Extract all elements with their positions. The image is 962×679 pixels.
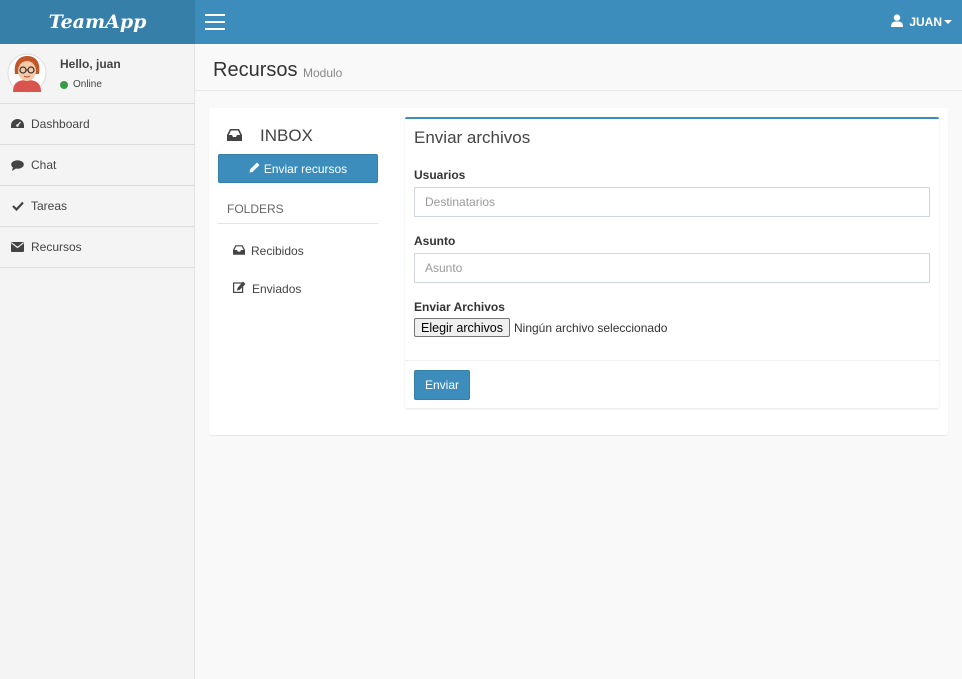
sidebar-item-recursos[interactable]: Recursos (0, 227, 194, 268)
edit-icon (233, 281, 246, 296)
status-text: Online (73, 79, 102, 90)
avatar (7, 52, 47, 94)
content-header: Recursos Modulo (195, 44, 962, 91)
page-subtitle: Modulo (303, 66, 343, 80)
brand-logo[interactable]: TeamApp (0, 0, 195, 44)
sidebar-item-label: Tareas (31, 199, 68, 213)
envelope-icon (11, 241, 24, 254)
inbox-icon (233, 244, 245, 258)
recipients-input[interactable] (414, 187, 930, 217)
sidebar-toggle-icon[interactable] (205, 14, 225, 30)
inbox-title: INBOX (227, 126, 313, 146)
files-label: Enviar Archivos (414, 300, 505, 314)
subject-input[interactable] (414, 253, 930, 283)
sidebar-item-label: Recursos (31, 240, 82, 254)
compose-button-label: Enviar recursos (263, 161, 348, 176)
page-title: Recursos (213, 59, 298, 81)
sidebar-item-chat[interactable]: Chat (0, 145, 194, 186)
user-name: JUAN (909, 15, 942, 29)
sidebar: Hello, juan Online Dashboard Chat Tareas… (0, 44, 195, 679)
user-icon (891, 14, 904, 30)
check-icon (11, 200, 24, 213)
choose-files-button[interactable]: Elegir archivos (414, 318, 510, 337)
sidebar-item-label: Chat (31, 158, 57, 172)
form-title: Enviar archivos (414, 128, 531, 147)
status-badge: Online (60, 79, 102, 90)
user-panel: Hello, juan Online (0, 44, 194, 104)
folder-label: Recibidos (251, 244, 304, 258)
inbox-icon (227, 126, 242, 146)
file-picker: Elegir archivos Ningún archivo seleccion… (414, 318, 667, 337)
mailbox-container: INBOX Enviar recursos FOLDERS Recibidos … (209, 108, 948, 435)
file-status: Ningún archivo seleccionado (513, 320, 668, 335)
form-footer: Enviar (405, 360, 939, 408)
folders-heading: FOLDERS (218, 202, 378, 224)
dashboard-icon (11, 118, 24, 131)
chevron-down-icon (944, 20, 952, 24)
pencil-icon (249, 162, 260, 176)
top-navbar: TeamApp JUAN (0, 0, 962, 44)
sidebar-item-label: Dashboard (31, 117, 90, 131)
user-greeting: Hello, juan (60, 57, 121, 71)
send-files-form: Enviar archivos Usuarios Asunto Enviar A… (405, 117, 939, 408)
sidebar-item-tareas[interactable]: Tareas (0, 186, 194, 227)
folder-label: Enviados (252, 281, 302, 296)
online-dot-icon (60, 80, 68, 89)
inbox-title-text: INBOX (260, 126, 313, 145)
chat-icon (11, 159, 24, 172)
subject-label: Asunto (414, 234, 456, 248)
sidebar-item-dashboard[interactable]: Dashboard (0, 104, 194, 145)
folder-enviados[interactable]: Enviados (233, 281, 301, 296)
users-label: Usuarios (414, 168, 466, 182)
compose-button[interactable]: Enviar recursos (218, 154, 378, 183)
user-menu[interactable]: JUAN (891, 0, 952, 44)
send-button[interactable]: Enviar (414, 370, 470, 400)
folder-recibidos[interactable]: Recibidos (233, 244, 304, 258)
